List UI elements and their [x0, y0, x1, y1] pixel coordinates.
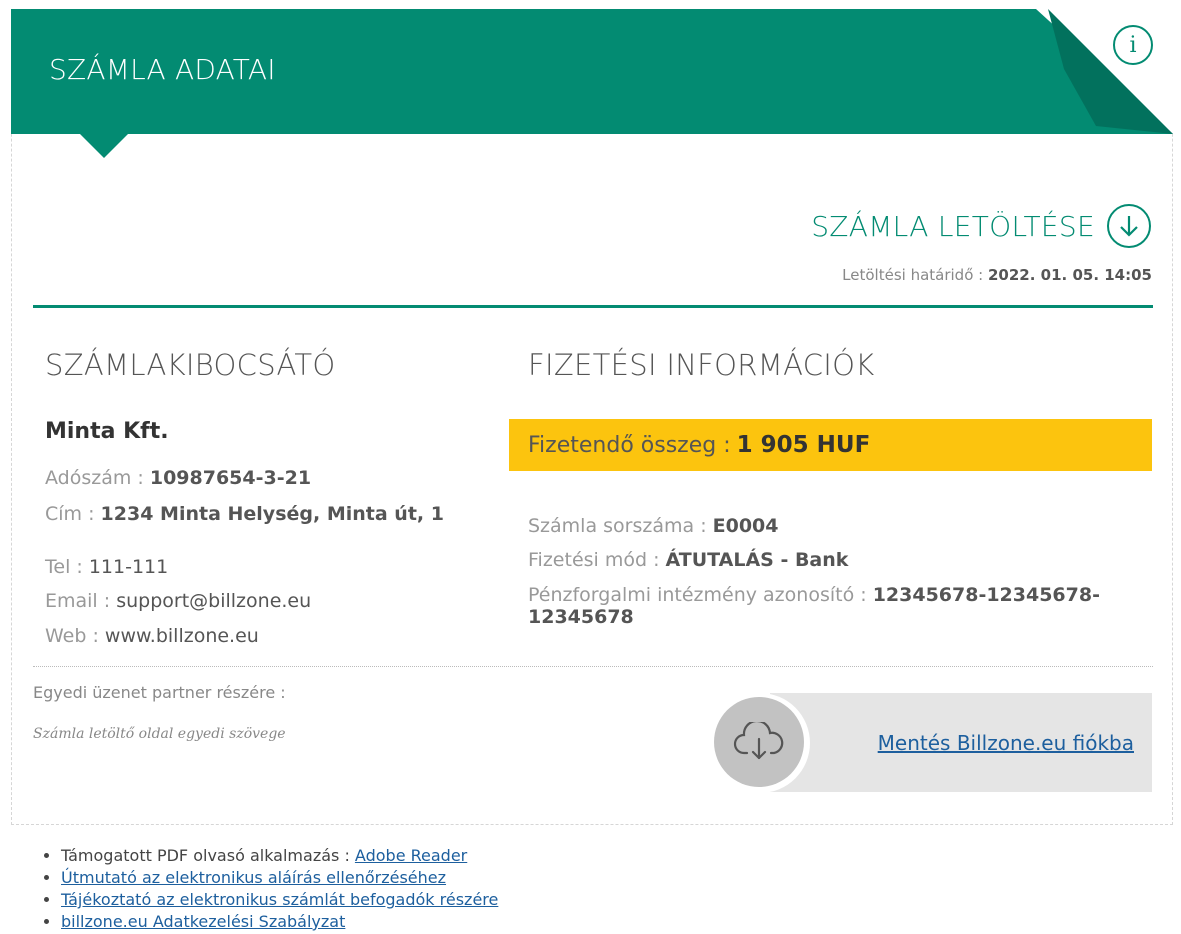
info-glyph: i	[1129, 32, 1137, 58]
download-deadline: Letöltési határidő : 2022. 01. 05. 14:05	[842, 266, 1152, 284]
download-invoice-button[interactable]: SZÁMLA LETÖLTÉSE	[811, 204, 1151, 248]
address-value: 1234 Minta Helység, Minta út, 1	[100, 503, 444, 525]
web-value: www.billzone.eu	[104, 625, 259, 647]
page-title: SZÁMLA ADATAI	[49, 53, 276, 86]
tax-number-field: Adószám : 10987654-3-21	[45, 467, 312, 489]
save-to-billzone-link[interactable]: Mentés Billzone.eu fiókba	[878, 731, 1134, 755]
footer-links: Támogatott PDF olvasó alkalmazás : Adobe…	[37, 845, 498, 933]
amount-due-bar: Fizetendő összeg :1 905 HUF	[509, 419, 1152, 471]
issuer-title: SZÁMLAKIBOCSÁTÓ	[45, 348, 336, 382]
bank-id-field: Pénzforgalmi intézmény azonosító : 12345…	[528, 584, 1100, 628]
payment-method-field: Fizetési mód : ÁTUTALÁS - Bank	[528, 549, 849, 571]
tel-value: 111-111	[88, 556, 169, 578]
web-label: Web	[45, 625, 87, 647]
bank-label: Pénzforgalmi intézmény azonosító	[528, 584, 855, 606]
header-notch	[80, 134, 128, 158]
download-label: SZÁMLA LETÖLTÉSE	[811, 209, 1095, 243]
arrow-down-circle-icon	[1107, 204, 1151, 248]
serial-value: E0004	[712, 515, 779, 537]
partner-message-text: Számla letöltő oldal egyedi szövege	[33, 726, 286, 742]
payment-title: FIZETÉSI INFORMÁCIÓK	[528, 348, 875, 382]
email-label: Email	[45, 590, 98, 612]
pdf-reader-label: Támogatott PDF olvasó alkalmazás :	[61, 846, 350, 865]
list-item: Tájékoztató az elektronikus számlát befo…	[61, 889, 498, 911]
privacy-policy-link[interactable]: billzone.eu Adatkezelési Szabályzat	[61, 912, 345, 931]
tax-value: 10987654-3-21	[149, 467, 312, 489]
company-name: Minta Kft.	[45, 419, 169, 444]
header-banner: SZÁMLA ADATAI	[11, 9, 1173, 134]
email-value: support@billzone.eu	[116, 590, 312, 612]
serial-field: Számla sorszáma : E0004	[528, 515, 779, 537]
deadline-label: Letöltési határidő	[842, 266, 974, 284]
partner-message-label: Egyedi üzenet partner részére :	[33, 683, 286, 702]
receiver-info-link[interactable]: Tájékoztató az elektronikus számlát befo…	[61, 890, 498, 909]
address-label: Cím	[45, 503, 83, 525]
section-divider	[33, 305, 1153, 308]
method-label: Fizetési mód	[528, 549, 648, 571]
tel-label: Tel	[45, 556, 71, 578]
method-value: ÁTUTALÁS - Bank	[665, 549, 849, 571]
amount-label: Fizetendő összeg	[528, 432, 717, 458]
cloud-download-icon[interactable]	[714, 697, 804, 787]
list-item: Támogatott PDF olvasó alkalmazás : Adobe…	[61, 845, 498, 867]
adobe-reader-link[interactable]: Adobe Reader	[355, 846, 467, 865]
message-divider	[33, 666, 1153, 667]
web-field: Web : www.billzone.eu	[45, 625, 259, 647]
amount-value: 1 905 HUF	[736, 432, 871, 458]
signature-guide-link[interactable]: Útmutató az elektronikus aláírás ellenőr…	[61, 868, 446, 887]
tax-label: Adószám	[45, 467, 132, 489]
info-icon[interactable]: i	[1113, 25, 1153, 65]
list-item: billzone.eu Adatkezelési Szabályzat	[61, 911, 498, 933]
list-item: Útmutató az elektronikus aláírás ellenőr…	[61, 867, 498, 889]
address-field: Cím : 1234 Minta Helység, Minta út, 1	[45, 503, 444, 525]
email-field: Email : support@billzone.eu	[45, 590, 312, 612]
tel-field: Tel : 111-111	[45, 556, 169, 578]
serial-label: Számla sorszáma	[528, 515, 695, 537]
deadline-value: 2022. 01. 05. 14:05	[987, 266, 1152, 284]
folded-corner	[1036, 9, 1173, 134]
